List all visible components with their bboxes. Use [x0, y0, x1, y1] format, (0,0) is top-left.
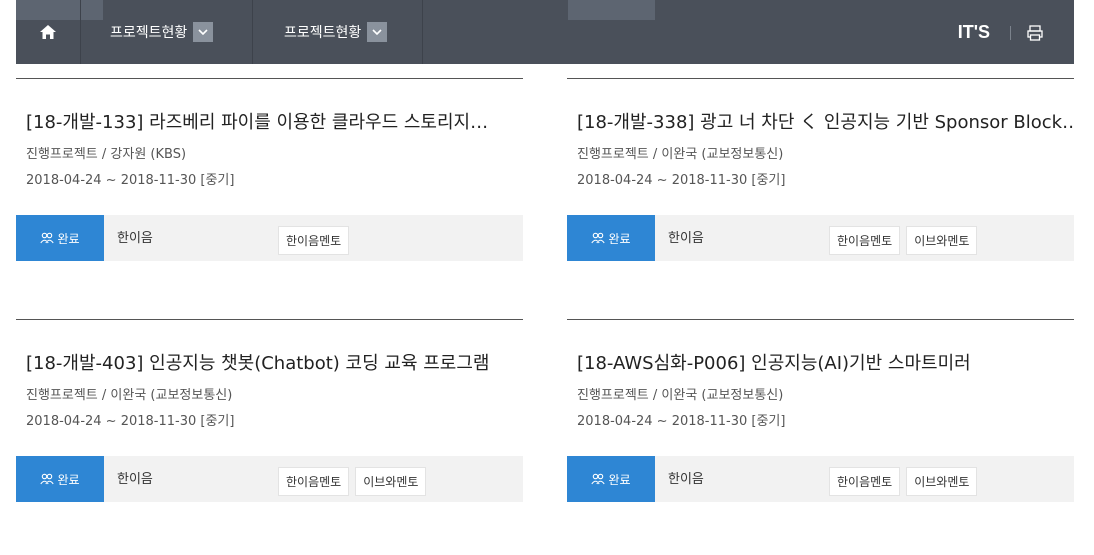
mentor-list: 한이음멘토 이브와멘토	[829, 467, 978, 496]
chevron-down-icon	[198, 29, 208, 35]
project-period: 2018-04-24 ~ 2018-11-30 [중기]	[577, 173, 786, 188]
project-meta: 진행프로젝트 / 이완국 (교보정보통신)	[26, 388, 233, 403]
status-label: 완료	[608, 231, 631, 246]
mentor-tag: 이브와멘토	[355, 467, 427, 496]
mentor-tag: 이브와멘토	[906, 226, 978, 255]
status-badge: 완료	[567, 456, 655, 502]
mentor-list: 한이음멘토 이브와멘토	[829, 226, 978, 255]
project-period: 2018-04-24 ~ 2018-11-30 [중기]	[26, 414, 235, 429]
project-title[interactable]: [18-개발-338] 광고 너 차단 く 인공지능 기반 Sponsor Bl…	[577, 108, 1074, 134]
team-name: 한이음	[668, 472, 704, 487]
status-label: 완료	[57, 472, 80, 487]
project-card[interactable]: [18-개발-133] 라즈베리 파이를 이용한 클라우드 스토리지… 진행프로…	[16, 78, 523, 264]
project-title[interactable]: [18-개발-133] 라즈베리 파이를 이용한 클라우드 스토리지…	[26, 108, 523, 134]
status-badge: 완료	[567, 215, 655, 261]
topbar-accent	[568, 0, 655, 20]
breadcrumb-menu-2[interactable]: 프로젝트현황	[284, 0, 388, 64]
project-title[interactable]: [18-개발-403] 인공지능 챗봇(Chatbot) 코딩 교육 프로그램	[26, 349, 523, 375]
brand-divider	[1010, 26, 1011, 40]
project-period: 2018-04-24 ~ 2018-11-30 [중기]	[26, 173, 235, 188]
card-divider	[16, 78, 523, 79]
people-icon	[40, 232, 55, 244]
card-divider	[567, 78, 1074, 79]
breadcrumb-label: 프로젝트현황	[284, 25, 362, 41]
mentor-list: 한이음멘토	[278, 226, 350, 255]
project-status-bar: 완료 한이음 한이음멘토 이브와멘토	[567, 215, 1074, 261]
card-divider	[567, 319, 1074, 320]
status-badge: 완료	[16, 215, 104, 261]
home-icon	[40, 25, 56, 39]
project-meta: 진행프로젝트 / 강자원 (KBS)	[26, 147, 187, 162]
project-status-bar: 완료 한이음 한이음멘토 이브와멘토	[16, 456, 523, 502]
status-label: 완료	[57, 231, 80, 246]
mentor-tag: 한이음멘토	[278, 467, 350, 496]
card-divider	[16, 319, 523, 320]
mentor-tag: 한이음멘토	[278, 226, 350, 255]
people-icon	[591, 232, 606, 244]
printer-icon[interactable]	[1026, 24, 1044, 42]
mentor-tag: 한이음멘토	[829, 467, 901, 496]
chevron-down-icon	[372, 29, 382, 35]
breadcrumb-menu-1[interactable]: 프로젝트현황	[110, 0, 214, 64]
team-name: 한이음	[117, 472, 153, 487]
breadcrumb-label: 프로젝트현황	[110, 25, 188, 41]
team-name: 한이음	[668, 231, 704, 246]
people-icon	[40, 473, 55, 485]
project-card[interactable]: [18-개발-403] 인공지능 챗봇(Chatbot) 코딩 교육 프로그램 …	[16, 319, 523, 505]
top-navigation-bar: 프로젝트현황 프로젝트현황 IT'S	[16, 0, 1074, 64]
project-meta: 진행프로젝트 / 이완국 (교보정보통신)	[577, 147, 784, 162]
project-meta: 진행프로젝트 / 이완국 (교보정보통신)	[577, 388, 784, 403]
breadcrumb-divider	[422, 0, 423, 64]
project-card[interactable]: [18-개발-338] 광고 너 차단 く 인공지능 기반 Sponsor Bl…	[567, 78, 1074, 264]
status-label: 완료	[608, 472, 631, 487]
mentor-list: 한이음멘토 이브와멘토	[278, 467, 427, 496]
breadcrumb-dropdown-button[interactable]	[367, 22, 388, 42]
status-badge: 완료	[16, 456, 104, 502]
people-icon	[591, 473, 606, 485]
project-status-bar: 완료 한이음 한이음멘토	[16, 215, 523, 261]
project-title[interactable]: [18-AWS심화-P006] 인공지능(AI)기반 스마트미러	[577, 349, 1074, 375]
breadcrumb-divider	[252, 0, 253, 64]
breadcrumb-dropdown-button[interactable]	[193, 22, 214, 42]
team-name: 한이음	[117, 231, 153, 246]
home-button[interactable]	[16, 0, 81, 64]
mentor-tag: 이브와멘토	[906, 467, 978, 496]
project-card[interactable]: [18-AWS심화-P006] 인공지능(AI)기반 스마트미러 진행프로젝트 …	[567, 319, 1074, 505]
project-period: 2018-04-24 ~ 2018-11-30 [중기]	[577, 414, 786, 429]
mentor-tag: 한이음멘토	[829, 226, 901, 255]
project-status-bar: 완료 한이음 한이음멘토 이브와멘토	[567, 456, 1074, 502]
brand-logo: IT'S	[957, 21, 990, 42]
